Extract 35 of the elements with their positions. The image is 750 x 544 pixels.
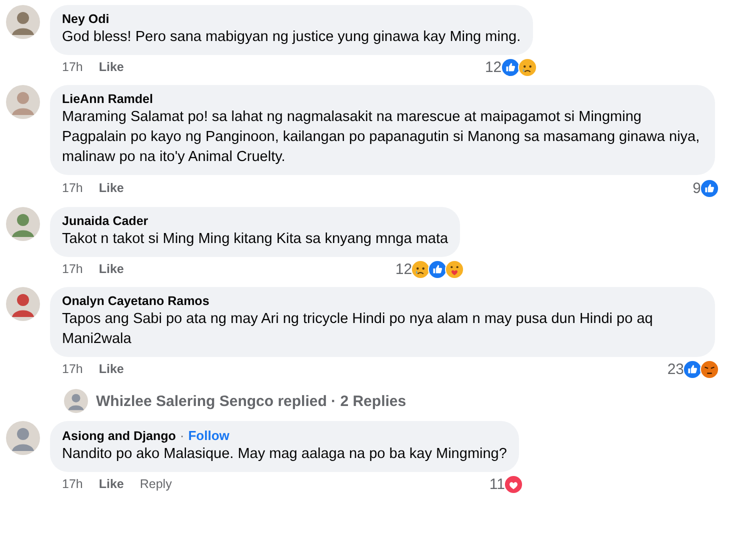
reaction-count[interactable]: 11 — [489, 476, 505, 492]
reaction-count[interactable]: 12 — [395, 260, 412, 278]
author-name[interactable]: LieAnn Ramdel — [62, 92, 153, 106]
comment-text: Nandito po ako Malasique. May mag aalaga na po ba kay Mingming? — [62, 445, 507, 464]
like-link[interactable]: Like — [98, 262, 124, 276]
like-link[interactable]: Like — [98, 60, 124, 74]
timestamp[interactable]: 17h — [62, 60, 83, 74]
timestamp[interactable]: 17h — [62, 181, 83, 195]
comment-text: Takot n takot si Ming Ming kitang Kita sa knyang mnga mata — [62, 230, 448, 249]
comment-text: God bless! Pero sana mabigyan ng justice yung ginawa kay Ming ming. — [62, 28, 521, 47]
reaction-count[interactable]: 9 — [692, 180, 701, 196]
comment-text: Maraming Salamat po! sa lahat ng nagmalasakit na marescue at maipagamot si Mingming Pagpalain po kayo ng Panginoon, kailangan po papanagutin si Manong sa masamang ginawa niya, malinaw po na ito'y Animal Cruelty. — [62, 108, 701, 167]
author-name[interactable]: Ney Odi — [62, 12, 110, 26]
like-link[interactable]: Like — [98, 181, 124, 195]
author-name[interactable]: Junaida Cader — [62, 214, 148, 228]
avatar-icon[interactable] — [6, 421, 40, 455]
avatar-icon[interactable] — [64, 389, 88, 413]
follow-link[interactable]: Follow — [188, 428, 230, 443]
timestamp[interactable]: 17h — [62, 262, 83, 276]
avatar-icon[interactable] — [6, 287, 40, 321]
reaction-count[interactable]: 23 — [667, 360, 684, 378]
avatar-icon[interactable] — [6, 85, 40, 119]
view-replies-link[interactable]: Whizlee Salering Sengco replied · 2 Replies — [96, 392, 406, 410]
avatar-icon[interactable] — [6, 207, 40, 241]
separator-dot: · — [180, 428, 184, 443]
reaction-count[interactable]: 12 — [484, 58, 502, 76]
timestamp[interactable]: 17h — [62, 477, 83, 491]
reply-link[interactable]: Reply — [140, 477, 172, 491]
like-link[interactable]: Like — [98, 477, 124, 491]
author-name[interactable]: Asiong and Django — [62, 429, 176, 443]
timestamp[interactable]: 17h — [62, 362, 83, 376]
author-name[interactable]: Onalyn Cayetano Ramos — [62, 294, 210, 308]
comment-text: Tapos ang Sabi po ata ng may Ari ng tricycle Hindi po nya alam n may pusa dun Hindi po aq Mani2wala — [62, 310, 654, 349]
avatar-icon[interactable] — [6, 5, 40, 39]
like-link[interactable]: Like — [98, 362, 124, 376]
